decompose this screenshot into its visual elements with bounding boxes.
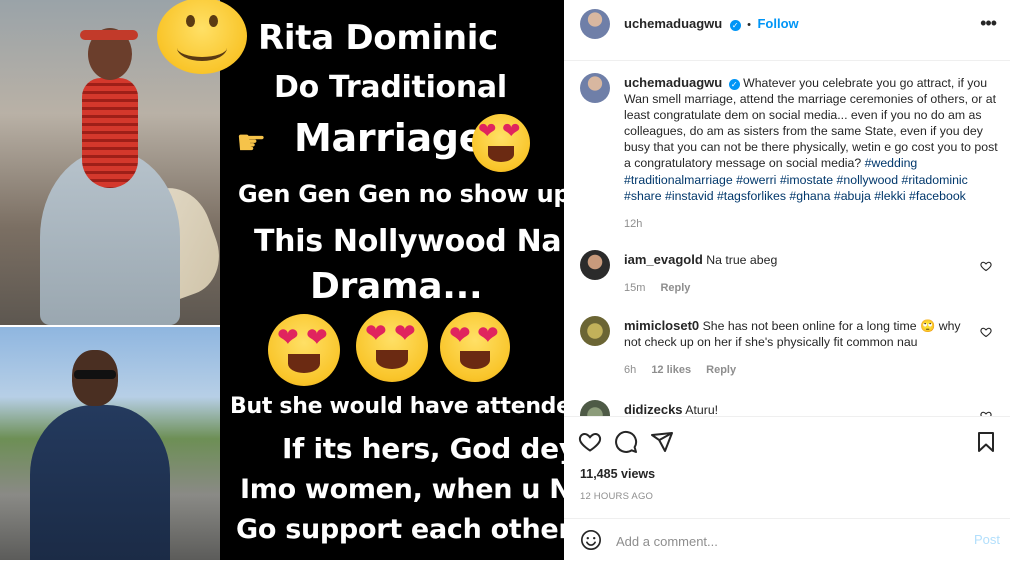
overlay-line-7: But she would have attended (230, 394, 564, 419)
post-media[interactable]: Rita Dominic Do Traditional ☛ Marriage ❤… (0, 0, 564, 560)
caption-text: Whatever you celebrate you go attract, i… (624, 76, 998, 171)
action-bar (564, 416, 1010, 467)
photo-detail (30, 405, 170, 560)
overlay-line-3: Marriage (294, 116, 485, 160)
paper-plane-icon[interactable] (650, 430, 674, 454)
heart-icon[interactable] (578, 430, 602, 454)
comment-likes[interactable]: 12 likes (651, 364, 691, 376)
comment-text: Aturu! (685, 403, 719, 416)
pointing-hand-icon: ☛ (236, 124, 267, 162)
verified-badge-icon: ✓ (728, 79, 740, 90)
heart-icon[interactable] (980, 260, 992, 272)
bookmark-icon[interactable] (974, 430, 998, 454)
overlay-line-6: Drama... (310, 266, 483, 307)
comment-item: mimicloset0 She has not been online for … (580, 316, 1000, 386)
header-separator: • (747, 19, 752, 31)
overlay-line-1: Rita Dominic (258, 18, 498, 58)
post-details-panel: uchemaduagwu ✓ • Follow ••• uchemaduagwu… (564, 0, 1010, 560)
comment-time: 6h (624, 364, 637, 376)
smiley-emoji-icon (157, 0, 247, 74)
comment-body: mimicloset0 She has not been online for … (624, 318, 974, 350)
overlay-line-2: Do Traditional (274, 70, 507, 105)
heart-eyes-emoji-icon: ❤ ❤ (356, 310, 428, 382)
verified-badge-icon: ✓ (729, 20, 741, 31)
overlay-line-5: This Nollywood Na (254, 224, 562, 259)
comment-body: didizecks Aturu! (624, 402, 974, 416)
overlay-line-8: If its hers, God dey (282, 432, 564, 465)
heart-eyes-emoji-icon: ❤ ❤ (472, 114, 530, 172)
reply-button[interactable]: Reply (660, 282, 690, 294)
avatar[interactable] (580, 250, 610, 280)
header-username[interactable]: uchemaduagwu (624, 16, 722, 31)
photo-detail (80, 30, 138, 40)
overlay-line-10: Go support each other? (236, 514, 564, 545)
post-timestamp: 12 HOURS AGO (580, 491, 654, 502)
comment-composer: Post (564, 518, 1010, 561)
reply-button[interactable]: Reply (706, 364, 736, 376)
header-user-row: uchemaduagwu ✓ • Follow (624, 15, 799, 33)
more-horizontal-icon[interactable]: ••• (980, 13, 997, 34)
photo-man-street (0, 327, 220, 560)
comment-input[interactable] (614, 529, 958, 553)
comment-body: iam_evagold Na true abeg (624, 252, 974, 268)
follow-button[interactable]: Follow (757, 16, 798, 31)
post-header: uchemaduagwu ✓ • Follow ••• (564, 0, 1010, 61)
overlay-line-9: Imo women, when u Na (240, 474, 564, 505)
avatar[interactable] (580, 9, 610, 39)
caption-username[interactable]: uchemaduagwu (624, 75, 722, 90)
photo-detail (74, 370, 116, 379)
post-caption: uchemaduagwu ✓ Whatever you celebrate yo… (624, 75, 1006, 232)
comment-bubble-icon[interactable] (614, 430, 638, 454)
avatar[interactable] (580, 400, 610, 416)
comment-meta: 6h 12 likes Reply (624, 364, 748, 376)
comment-item: iam_evagold Na true abeg 15m Reply (580, 250, 1000, 300)
heart-eyes-emoji-icon: ❤ ❤ (440, 312, 510, 382)
comments-scroll-area[interactable]: uchemaduagwu ✓ Whatever you celebrate yo… (564, 60, 1010, 416)
comment-username[interactable]: didizecks (624, 402, 683, 416)
avatar[interactable] (580, 316, 610, 346)
comment-time: 15m (624, 282, 646, 294)
comment-text: Na true abeg (706, 253, 778, 267)
caption-time: 12h (624, 217, 643, 230)
heart-icon[interactable] (980, 326, 992, 338)
view-count[interactable]: 11,485 views (580, 467, 655, 481)
avatar[interactable] (580, 73, 610, 103)
overlay-line-4: Gen Gen Gen no show up (238, 180, 564, 208)
comment-item: didizecks Aturu! (580, 400, 1000, 416)
comment-username[interactable]: iam_evagold (624, 252, 703, 267)
smiley-icon[interactable] (580, 529, 602, 551)
comment-meta: 15m Reply (624, 282, 702, 294)
comment-username[interactable]: mimicloset0 (624, 318, 699, 333)
photo-detail (82, 78, 138, 188)
post-button[interactable]: Post (974, 532, 1000, 547)
heart-eyes-emoji-icon: ❤ ❤ (268, 314, 340, 386)
